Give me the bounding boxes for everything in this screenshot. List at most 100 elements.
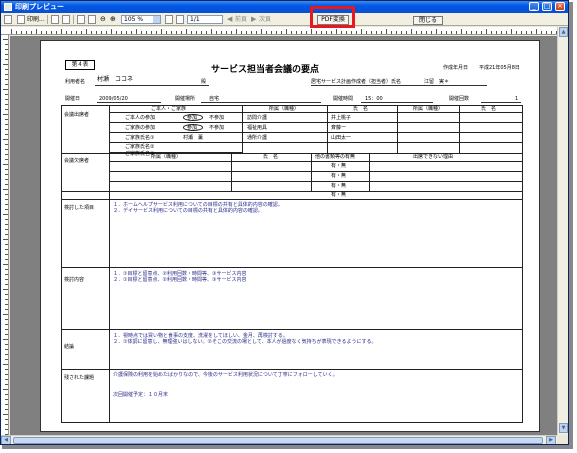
ruler-tick [36,29,37,34]
next-page-icon[interactable]: ▶ [251,15,256,24]
ruler-tick [206,31,207,34]
horizontal-scrollbar[interactable]: ◀ ▶ [1,435,557,444]
scroll-left-icon[interactable]: ◀ [1,436,11,444]
close-window-button[interactable]: × [555,2,565,11]
window-title: 印刷プレビュー [15,3,64,11]
scroll-down-icon[interactable]: ▼ [559,423,568,433]
conclusion-item: ２．①体調に留意し、無理強いはしない。②そこの交流の場として、本人が過度なく気持… [113,339,377,345]
single-page-icon[interactable] [77,15,85,24]
content-item: ２．①目標と留意点、②利用回数・時間等、③サービス内容 [113,277,247,283]
held-count-label: 開催回数 [449,96,470,102]
ruler-tick [401,31,402,34]
ruler-tick [381,31,382,34]
ruler-tick [506,31,507,34]
inquiry-value: 有・無 [331,192,347,198]
zoom-out-icon[interactable]: ⊖ [100,15,106,24]
ruler-tick [5,109,8,110]
family-row-label: ご家族氏名① [125,135,155,141]
created-date: 平成21年05月8日 [479,65,520,71]
toolbar-separator [47,15,48,24]
ruler-tick [3,214,8,215]
column-divider [369,153,370,191]
multi-page-icon[interactable] [88,15,96,24]
ruler-tick [5,259,8,260]
page-number-input[interactable]: 1/1 [187,15,223,24]
ruler-tick [5,229,8,230]
ruler-tick [496,31,497,34]
ruler-tick [5,324,8,325]
inquiry-value: 有・無 [331,163,347,169]
inquiry-value: 有・無 [331,183,347,189]
page-setup-icon[interactable] [4,15,12,24]
preview-area[interactable]: 第４表 サービス担当者会議の要点 作成年月日 平成21年05月8日 利用者名 村… [10,36,557,435]
binoculars-icon[interactable] [62,15,70,24]
scroll-thumb[interactable] [13,437,543,444]
ruler-tick [21,31,22,34]
ruler-tick [301,31,302,34]
family-row-label: ご家族氏名② [125,144,155,150]
family-name: 村瀬 薫 [183,135,204,141]
ruler-tick [5,344,8,345]
minimize-button[interactable]: _ [529,2,539,11]
document-page: 第４表 サービス担当者会議の要点 作成年月日 平成21年05月8日 利用者名 村… [40,40,540,432]
ruler-tick [3,139,8,140]
ruler-tick [5,234,8,235]
ruler-tick [241,31,242,34]
ruler-tick [5,199,8,200]
ruler-tick [366,31,367,34]
ruler-tick [111,29,112,34]
family-row-label: ご本人の参加 [125,115,156,121]
ruler-tick [226,31,227,34]
maximize-button[interactable]: □ [542,2,552,11]
first-page-icon[interactable] [165,15,173,24]
ruler-tick [286,29,287,34]
prev-page-icon[interactable]: ◀ [227,15,232,24]
ruler-tick [5,309,8,310]
ruler-tick [136,29,137,34]
ruler-tick [5,129,8,130]
ruler-tick [486,29,487,34]
ruler-tick [3,289,8,290]
row-line [109,132,523,133]
ruler-tick [101,31,102,34]
ruler-tick [431,31,432,34]
zoom-select[interactable]: 105 % [121,15,161,24]
prev-page-button[interactable]: 前頁 [235,15,247,24]
member-name: 井上桃子 [331,115,352,121]
next-meeting: 次回開催予定：１０月末 [113,392,169,398]
ruler-tick [41,31,42,34]
title-bar[interactable]: 印刷プレビュー _ □ × [1,1,568,13]
user-name-underline [95,85,209,86]
ruler-tick [5,394,8,395]
ruler-tick [256,31,257,34]
ruler-tick [216,31,217,34]
ruler-tick [391,31,392,34]
ruler-tick [5,194,8,195]
ruler-tick [5,374,8,375]
copy-icon[interactable] [51,15,59,24]
row-line [109,142,523,143]
ruler-tick [441,31,442,34]
ruler-tick [3,239,8,240]
scroll-up-icon[interactable]: ▲ [559,27,568,37]
close-preview-button[interactable]: 閉じる [413,16,443,25]
row-line [61,329,523,330]
scroll-right-icon[interactable]: ▶ [546,436,556,444]
next-view-icon[interactable] [176,15,184,24]
printer-icon[interactable] [17,15,25,24]
ruler-tick [5,369,8,370]
ruler-tick [356,31,357,34]
zoom-in-icon[interactable]: ⊕ [110,15,116,24]
ruler-tick [5,279,8,280]
ruler-tick [5,144,8,145]
ruler-tick [3,89,8,90]
ruler-tick [3,414,8,415]
print-button[interactable]: 印刷... [27,15,45,24]
absent-option: 不参加 [209,125,225,131]
vertical-scrollbar[interactable]: ▲ ▼ [557,27,568,435]
ruler-tick [5,354,8,355]
next-page-button[interactable]: 次頁 [259,15,271,24]
member-name: 斉藤一 [331,125,347,131]
ruler-tick [106,31,107,34]
held-time-label: 開催時間 [333,96,354,102]
